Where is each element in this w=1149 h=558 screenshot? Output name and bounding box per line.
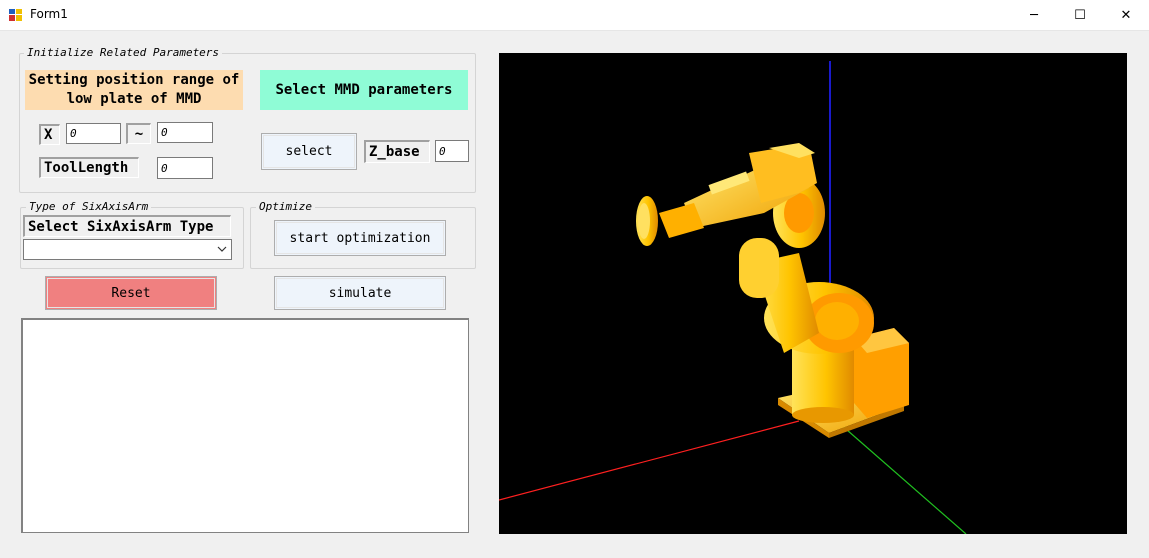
chevron-down-icon (217, 246, 227, 252)
tilde-label: ~ (126, 123, 151, 144)
z-base-input[interactable]: 0 (435, 140, 469, 162)
init-params-group-label: Initialize Related Parameters (24, 46, 223, 59)
z-base-label: Z_base (364, 140, 430, 163)
log-textbox[interactable] (21, 318, 469, 533)
3d-viewport[interactable] (499, 53, 1127, 534)
simulate-button[interactable]: simulate (274, 276, 446, 310)
robot-scene (499, 61, 967, 534)
select-button[interactable]: select (261, 133, 357, 170)
title-bar: Form1 ─ ☐ ✕ (0, 0, 1149, 31)
close-button[interactable]: ✕ (1103, 0, 1149, 30)
arm-type-group-label: Type of SixAxisArm (26, 200, 152, 213)
tool-length-label: ToolLength (39, 157, 139, 178)
robot-arm (636, 143, 909, 438)
optimize-group-label: Optimize (256, 200, 315, 213)
x-axis-line (499, 420, 800, 501)
arm-type-select[interactable] (23, 239, 232, 260)
y-axis-line (838, 422, 967, 534)
x-max-input[interactable]: 0 (157, 122, 213, 143)
tool-length-input[interactable]: 0 (157, 157, 213, 179)
minimize-button[interactable]: ─ (1011, 0, 1057, 30)
app-icon (9, 8, 23, 22)
reset-button[interactable]: Reset (45, 276, 217, 310)
x-min-input[interactable]: 0 (66, 123, 121, 144)
start-optimization-button[interactable]: start optimization (274, 220, 446, 256)
position-range-banner: Setting position range of low plate of M… (25, 70, 243, 110)
window-title: Form1 (30, 7, 68, 21)
arm-type-header: Select SixAxisArm Type (23, 215, 231, 237)
maximize-button[interactable]: ☐ (1057, 0, 1103, 30)
mmd-params-banner: Select MMD parameters (260, 70, 468, 110)
x-label: X (39, 124, 60, 145)
